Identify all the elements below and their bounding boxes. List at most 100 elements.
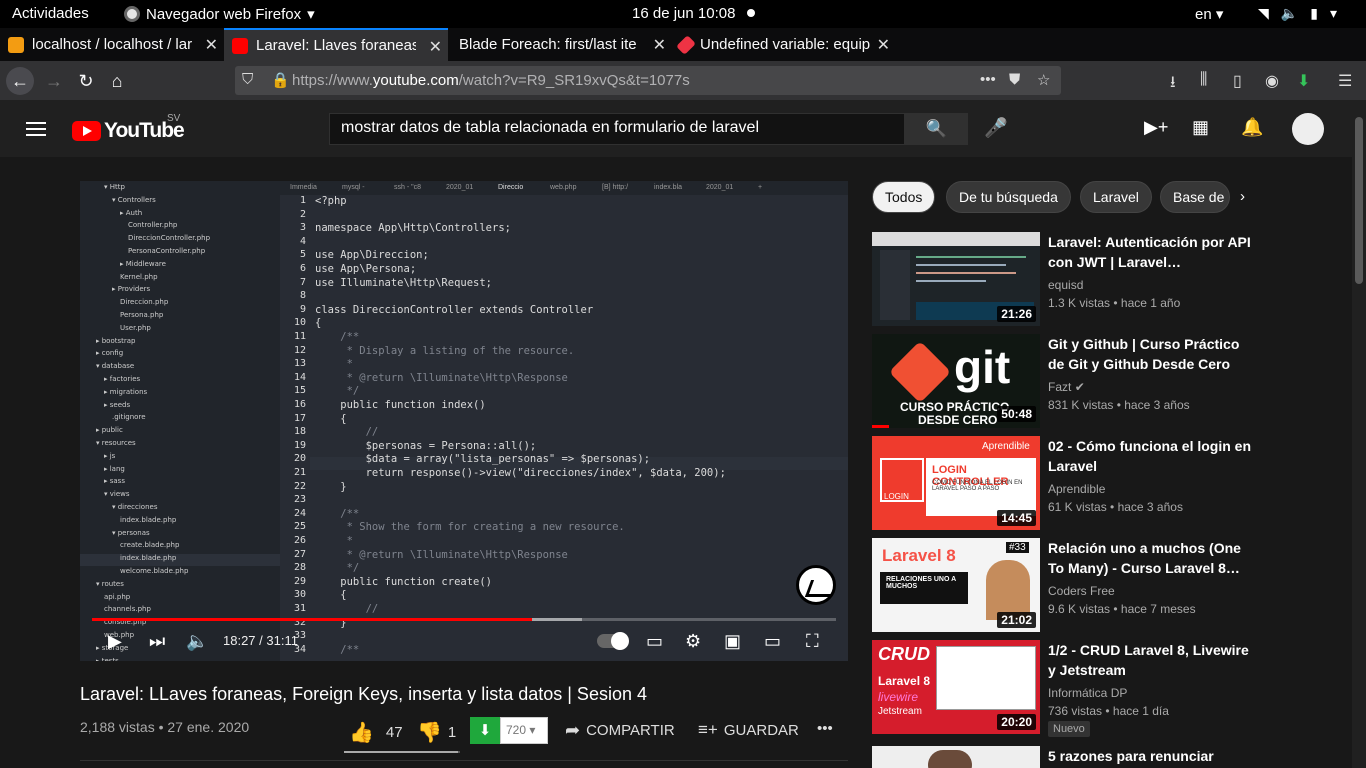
activities-button[interactable]: Actividades [12, 5, 89, 22]
settings-gear-icon[interactable]: ⚙ [685, 631, 701, 652]
video-thumbnail[interactable] [872, 746, 1040, 768]
filter-chips: Todos De tu búsqueda Laravel Base de › [872, 181, 1272, 213]
line-number: 7 [299, 276, 306, 288]
channel-name[interactable]: Aprendible [1048, 482, 1105, 496]
forward-button[interactable]: → [40, 67, 68, 95]
volume-icon[interactable]: 🔈 [186, 631, 208, 652]
tab-label: localhost / localhost / lar [32, 36, 192, 53]
channel-name[interactable]: Informática DP [1048, 686, 1127, 700]
bookmark-star-icon[interactable]: ☆ [1037, 71, 1050, 89]
page-scrollbar[interactable] [1352, 100, 1366, 768]
video-thumbnail[interactable]: git CURSO PRÁCTICO DESDE CERO 50:48 [872, 334, 1040, 428]
recommendation-title[interactable]: 02 - Cómo funciona el login en Laravel [1048, 436, 1253, 476]
pocket-icon[interactable]: ⛊ [1009, 71, 1020, 88]
app-menu[interactable]: Navegador web Firefox ▾ [124, 5, 315, 23]
recommendation-title[interactable]: 1/2 - CRUD Laravel 8, Livewire y Jetstre… [1048, 640, 1253, 680]
youtube-logo[interactable]: YouTube SV [72, 113, 185, 143]
recommendation-title[interactable]: Laravel: Autenticación por API con JWT |… [1048, 232, 1253, 272]
chevron-right-icon[interactable]: › [1240, 188, 1245, 205]
guide-menu-icon[interactable] [26, 122, 46, 136]
recommendation-item[interactable]: CRUD Laravel 8 livewire Jetstream 20:20 … [872, 640, 1272, 737]
subtitles-icon[interactable]: ▭ [646, 631, 663, 652]
search-input[interactable]: mostrar datos de tabla relacionada en fo… [329, 113, 905, 145]
library-icon[interactable]: ⫼ [1200, 71, 1207, 89]
more-actions-icon[interactable]: ••• [817, 720, 833, 737]
recommendation-item[interactable]: 5 razones para renunciar [872, 746, 1272, 768]
app-screenshot [936, 646, 1036, 710]
wifi-icon: ◥ [1258, 5, 1269, 21]
battery-icon: ▮ [1310, 5, 1318, 21]
fullscreen-icon[interactable]: ⛶ [806, 631, 819, 652]
share-button[interactable]: ➦ COMPARTIR [565, 720, 675, 741]
extension-download-icon[interactable]: ⬇ [1297, 71, 1310, 91]
chip-todos[interactable]: Todos [872, 181, 936, 213]
create-video-icon[interactable]: ▶+ [1144, 117, 1168, 138]
chip-laravel[interactable]: Laravel [1080, 181, 1152, 213]
close-tab-icon[interactable]: ✕ [877, 35, 890, 55]
account-icon[interactable]: ◉ [1265, 71, 1279, 91]
recommendation-item[interactable]: Laravel 8 #33 RELACIONES UNO A MUCHOS 21… [872, 538, 1272, 634]
scrollbar-thumb[interactable] [1355, 117, 1363, 284]
file-tree-item: ▾ views [104, 490, 130, 499]
channel-name[interactable]: Coders Free [1048, 584, 1115, 598]
progress-bar[interactable] [92, 618, 836, 621]
recommendation-item[interactable]: git CURSO PRÁCTICO DESDE CERO 50:48 Git … [872, 334, 1272, 430]
chip-de-tu-busqueda[interactable]: De tu búsqueda [946, 181, 1071, 213]
play-button-icon[interactable]: ▶ [108, 631, 122, 652]
reload-button[interactable]: ↻ [72, 67, 100, 95]
clock[interactable]: 16 de jun 10:08 [632, 5, 735, 22]
like-button[interactable]: 👍 47 [349, 720, 403, 745]
tab-phpmyadmin[interactable]: localhost / localhost / lar ✕ [0, 28, 224, 61]
downloads-icon[interactable]: ⭳ [1170, 71, 1176, 98]
menu-icon[interactable]: ☰ [1338, 71, 1352, 91]
recommendation-item[interactable]: 21:26 Laravel: Autenticación por API con… [872, 232, 1272, 328]
recommendation-title[interactable]: Git y Github | Curso Práctico de Git y G… [1048, 334, 1253, 374]
code-line: { [315, 589, 347, 602]
apps-grid-icon[interactable]: ▦ [1192, 117, 1209, 138]
video-thumbnail[interactable]: Aprendible LOGIN LOGIN CONTROLLER CÓMO F… [872, 436, 1040, 530]
recommendation-item[interactable]: Aprendible LOGIN LOGIN CONTROLLER CÓMO F… [872, 436, 1272, 532]
close-tab-icon[interactable]: ✕ [429, 37, 442, 57]
tab-blade-foreach[interactable]: Blade Foreach: first/last ite ✕ [448, 28, 672, 61]
avatar[interactable] [1292, 113, 1324, 145]
tab-undefined-variable[interactable]: Undefined variable: equip ✕ [672, 28, 896, 61]
download-extension-button[interactable]: ⬇ 720 ▾ [470, 717, 550, 744]
channel-name[interactable]: Fazt ✔ [1048, 380, 1085, 394]
recommendation-title[interactable]: 5 razones para renunciar [1048, 746, 1253, 766]
notifications-bell-icon[interactable]: 🔔 [1241, 117, 1263, 138]
line-number: 6 [299, 263, 306, 274]
phpmyadmin-favicon-icon [8, 36, 24, 53]
next-video-icon[interactable]: ⏭ [149, 631, 165, 652]
system-status-area[interactable]: ◥ 🔈 ▮ ▾ [1258, 5, 1337, 22]
channel-watermark-icon[interactable] [796, 565, 836, 605]
url-text[interactable]: https://www.youtube.com/watch?v=R9_SR19x… [292, 72, 690, 89]
video-thumbnail[interactable]: Laravel 8 #33 RELACIONES UNO A MUCHOS 21… [872, 538, 1040, 632]
url-bar[interactable]: ⛉ 🔒 https://www.youtube.com/watch?v=R9_S… [235, 66, 1061, 95]
keyboard-language[interactable]: en ▾ [1195, 5, 1223, 23]
recommendation-title[interactable]: Relación uno a muchos (One To Many) - Cu… [1048, 538, 1253, 578]
channel-name[interactable]: equisd [1048, 278, 1083, 292]
back-button[interactable]: ← [6, 67, 34, 95]
search-button[interactable]: 🔍 [905, 113, 968, 145]
save-button[interactable]: ≡+ GUARDAR [698, 720, 799, 740]
file-tree-item: ▾ direcciones [112, 503, 158, 511]
sidebar-icon[interactable]: ▯ [1233, 71, 1242, 91]
page-actions-icon[interactable]: ••• [980, 71, 996, 88]
chip-base-de[interactable]: Base de [1160, 181, 1230, 213]
video-thumbnail[interactable]: CRUD Laravel 8 livewire Jetstream 20:20 [872, 640, 1040, 734]
shield-icon[interactable]: ⛉ [242, 71, 253, 88]
lock-icon[interactable]: 🔒 [271, 71, 290, 89]
close-tab-icon[interactable]: ✕ [205, 35, 218, 55]
home-button[interactable]: ⌂ [103, 67, 131, 95]
autoplay-toggle[interactable] [597, 632, 629, 650]
editor-tab: 2020_01 [446, 184, 474, 191]
theater-mode-icon[interactable]: ▭ [764, 631, 781, 652]
miniplayer-icon[interactable]: ▣ [724, 631, 741, 652]
video-thumbnail[interactable]: 21:26 [872, 232, 1040, 326]
video-player[interactable]: ▾ Http ▾ Controllers ▸ Auth Controller.php D… [80, 181, 848, 661]
close-tab-icon[interactable]: ✕ [653, 35, 666, 55]
voice-search-icon[interactable]: 🎤 [984, 116, 1008, 140]
dislike-button[interactable]: 👎 1 [417, 720, 456, 745]
tab-youtube[interactable]: Laravel: Llaves foraneas ✕ [224, 28, 448, 61]
quality-select[interactable]: 720 ▾ [500, 717, 548, 744]
